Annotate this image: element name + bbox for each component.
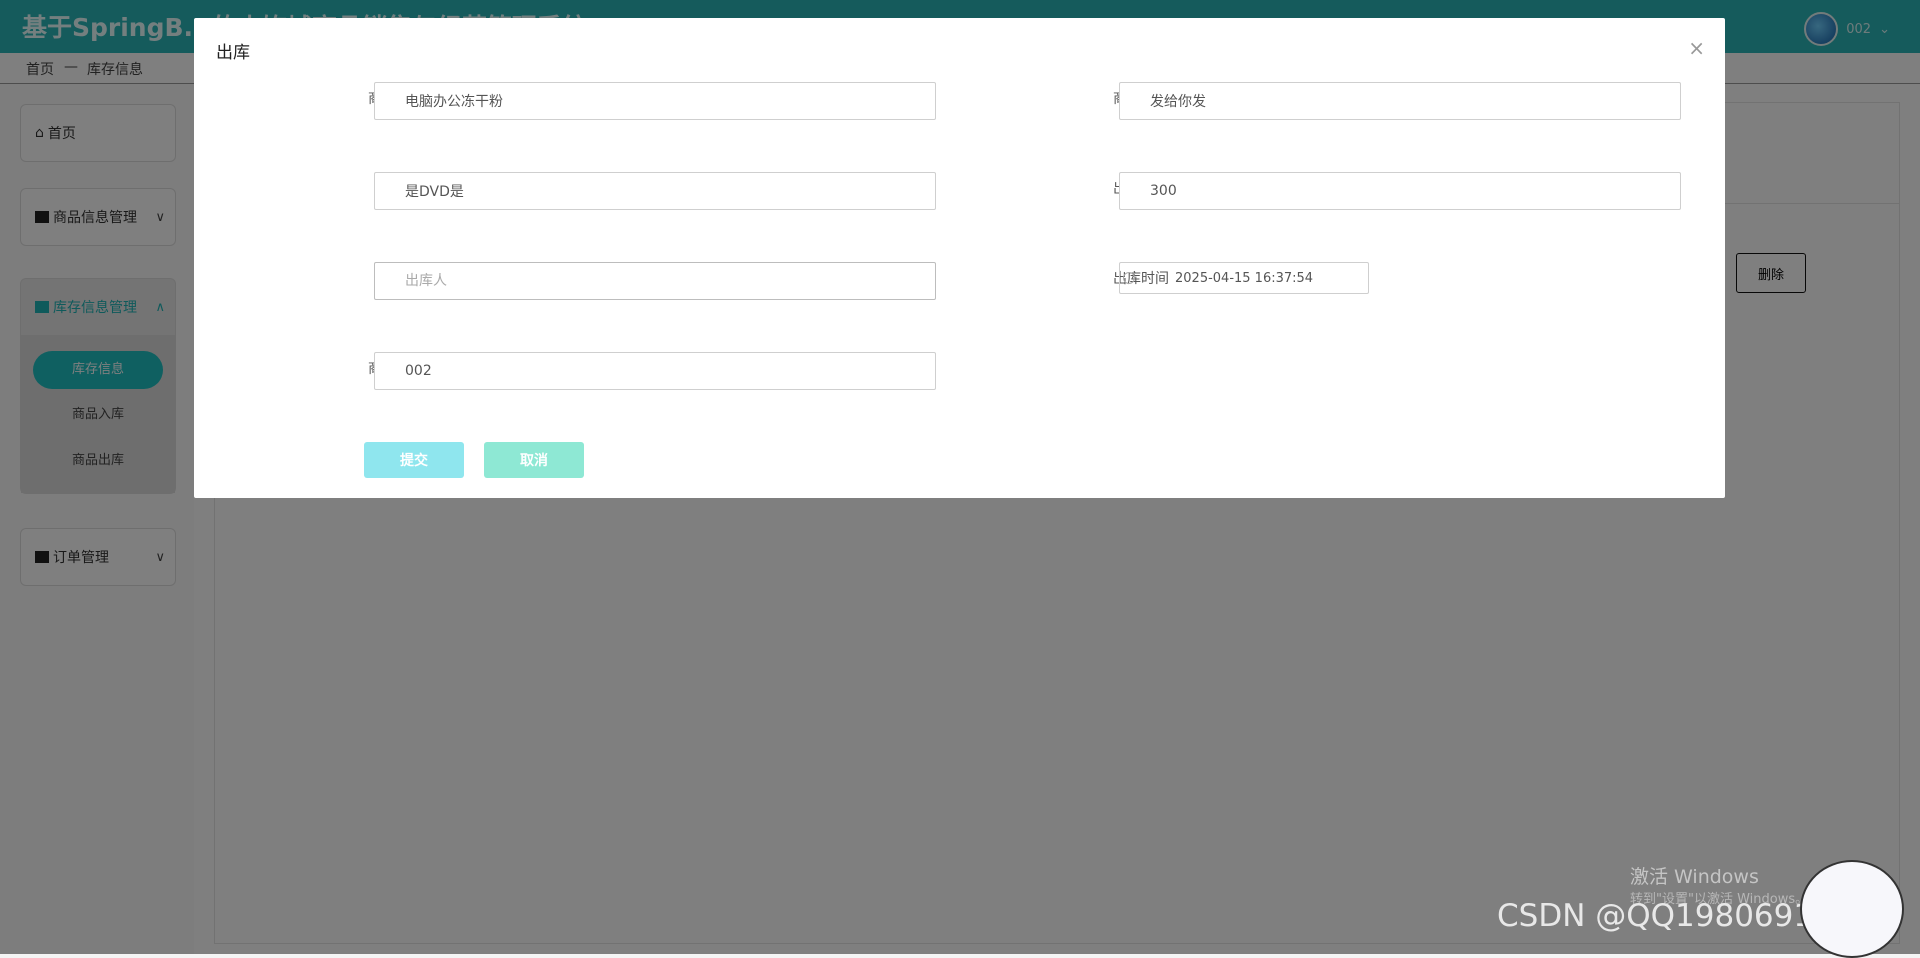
model-input[interactable] xyxy=(374,172,936,210)
dialog-title: 出库 xyxy=(216,43,250,63)
close-icon[interactable]: × xyxy=(1688,36,1705,60)
clock-icon xyxy=(1123,272,1135,284)
stock-out-dialog: 出库 × 商品名称 商品类型 型号 出库数量 出库人 出库时间 2025-04-… xyxy=(194,18,1725,498)
quantity-input[interactable] xyxy=(1119,172,1681,210)
submit-button[interactable]: 提交 xyxy=(364,442,464,478)
date-time-value: 2025-04-15 16:37:54 xyxy=(1175,270,1314,286)
account-input[interactable] xyxy=(374,352,936,390)
date-time-picker[interactable]: 2025-04-15 16:37:54 xyxy=(1119,262,1369,294)
mascot-sticker xyxy=(1800,860,1904,958)
operator-input[interactable] xyxy=(374,262,936,300)
cancel-button[interactable]: 取消 xyxy=(484,442,584,478)
product-type-input[interactable] xyxy=(1119,82,1681,120)
windows-activation-text: 激活 Windows xyxy=(1630,866,1759,888)
product-name-input[interactable] xyxy=(374,82,936,120)
